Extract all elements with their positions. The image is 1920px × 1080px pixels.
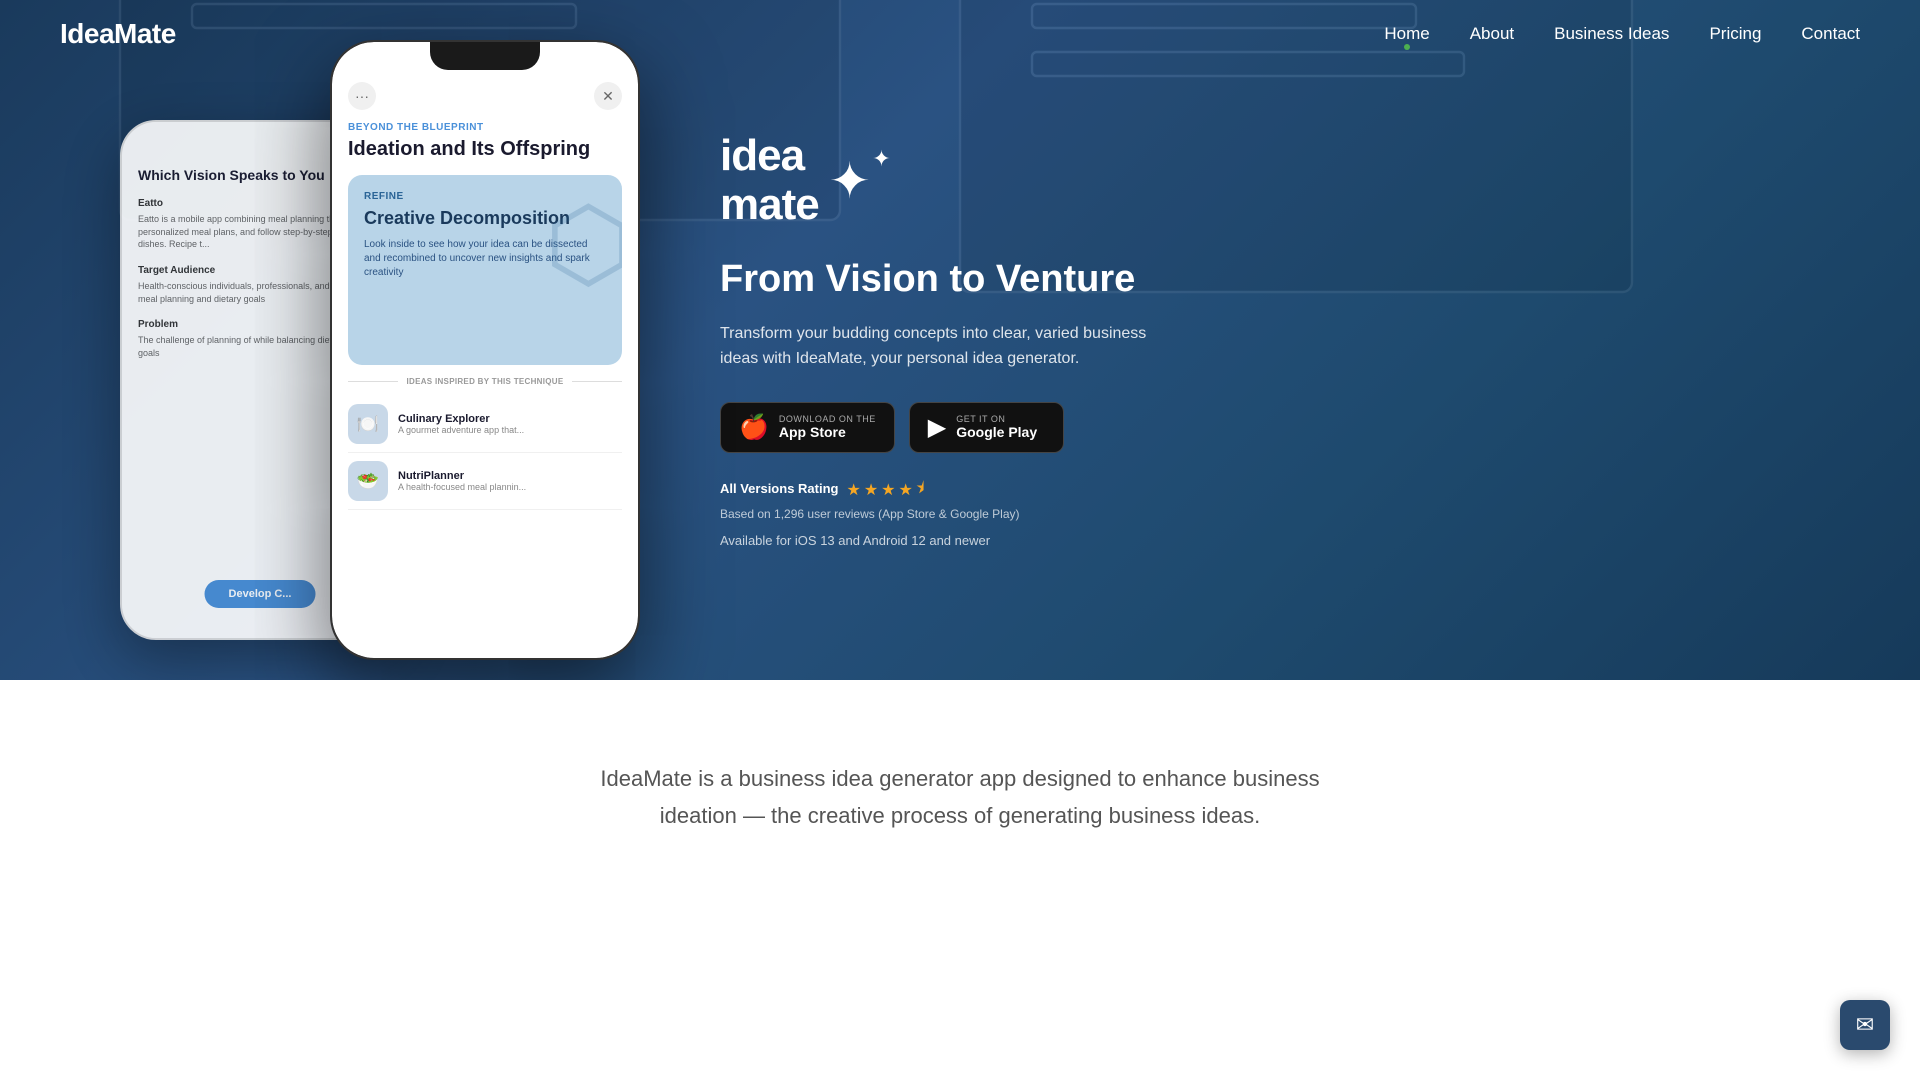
nav-link-pricing[interactable]: Pricing (1709, 24, 1761, 44)
google-play-main: Google Play (956, 424, 1037, 440)
nav-link-about[interactable]: About (1470, 24, 1514, 44)
phone-category: BEYOND THE BLUEPRINT (348, 122, 622, 133)
hero-section: 9:41 Which Vision Speaks to You Eatto Ea… (0, 0, 1920, 680)
phones-container: 9:41 Which Vision Speaks to You Eatto Ea… (120, 40, 640, 640)
rating-label: All Versions Rating (720, 481, 838, 496)
app-store-sub: Download on the (779, 414, 876, 424)
phone-idea-title-0: Culinary Explorer (398, 413, 524, 425)
phone-idea-title-1: NutriPlanner (398, 470, 526, 482)
phone-idea-thumb-0: 🍽️ (348, 404, 388, 444)
brand-sparkles: ✦ ✦ (829, 156, 871, 206)
phone-card-bg-icon: ⬡ (545, 185, 622, 302)
store-buttons: 🍎 Download on the App Store ▶ GET IT ON … (720, 402, 1064, 453)
phone-idea-desc-1: A health-focused meal plannin... (398, 482, 526, 492)
brand-logo: idea mate ✦ ✦ (720, 132, 871, 229)
google-play-icon: ▶ (928, 413, 946, 442)
stars: ★ ★ ★ ★ ⯨ (846, 477, 924, 504)
star-1: ★ (846, 480, 860, 500)
phone-screen: ··· ✕ BEYOND THE BLUEPRINT Ideation and … (332, 42, 638, 658)
navbar: IdeaMate Home About Business Ideas Prici… (0, 0, 1920, 68)
google-play-button[interactable]: ▶ GET IT ON Google Play (909, 402, 1064, 453)
nav-link-business-ideas[interactable]: Business Ideas (1554, 24, 1669, 44)
nav-link-home[interactable]: Home (1384, 24, 1429, 44)
rating-section: All Versions Rating ★ ★ ★ ★ ⯨ Based on 1… (720, 477, 1020, 521)
app-store-text: Download on the App Store (779, 414, 876, 440)
phone-idea-desc-0: A gourmet adventure app that... (398, 425, 524, 435)
app-store-main: App Store (779, 424, 876, 440)
nav-links: Home About Business Ideas Pricing Contac… (1384, 24, 1860, 44)
google-play-text: GET IT ON Google Play (956, 414, 1037, 440)
sparkle-small-icon: ✦ (872, 146, 890, 172)
white-section-text: IdeaMate is a business idea generator ap… (560, 760, 1360, 835)
phone-idea-item-0: 🍽️ Culinary Explorer A gourmet adventure… (348, 396, 622, 453)
nav-logo: IdeaMate (60, 18, 176, 50)
star-5: ⯨ (916, 477, 924, 504)
phone-divider-text: IDEAS INSPIRED BY THIS TECHNIQUE (406, 377, 563, 386)
star-4: ★ (899, 480, 913, 500)
hero-headline: From Vision to Venture (720, 257, 1135, 303)
email-fab-button[interactable]: ✉ (1840, 1000, 1890, 1050)
phone-idea-thumb-1: 🥗 (348, 461, 388, 501)
nav-link-contact[interactable]: Contact (1801, 24, 1860, 44)
phone-front: ··· ✕ BEYOND THE BLUEPRINT Ideation and … (330, 40, 640, 660)
phone-idea-item-1: 🥗 NutriPlanner A health-focused meal pla… (348, 453, 622, 510)
rating-sub: Based on 1,296 user reviews (App Store &… (720, 507, 1020, 521)
phone-article-title: Ideation and Its Offspring (348, 137, 622, 161)
hero-content: 9:41 Which Vision Speaks to You Eatto Ea… (0, 40, 1920, 640)
phone-card: ⬡ REFINE Creative Decomposition Look ins… (348, 175, 622, 365)
google-play-sub: GET IT ON (956, 414, 1037, 424)
brand-logo-text-line2: mate (720, 181, 819, 229)
hero-description: Transform your budding concepts into cle… (720, 321, 1180, 372)
phone-idea-info-1: NutriPlanner A health-focused meal plann… (398, 470, 526, 492)
app-store-button[interactable]: 🍎 Download on the App Store (720, 402, 895, 453)
apple-icon: 🍎 (739, 413, 769, 442)
brand-logo-text-line1: idea (720, 132, 819, 180)
hero-right: idea mate ✦ ✦ From Vision to Venture Tra… (640, 132, 1860, 548)
phone-close-button[interactable]: ✕ (594, 82, 622, 110)
star-3: ★ (881, 480, 895, 500)
sparkle-large-icon: ✦ (829, 156, 871, 206)
white-section: IdeaMate is a business idea generator ap… (0, 680, 1920, 895)
star-2: ★ (864, 480, 878, 500)
phone-divider: IDEAS INSPIRED BY THIS TECHNIQUE (348, 377, 622, 386)
phone-top-bar: ··· ✕ (348, 82, 622, 110)
phone-divider-line-right (572, 381, 622, 382)
phone-menu-dots[interactable]: ··· (348, 82, 376, 110)
phone-back-develop-button[interactable]: Develop C... (205, 580, 316, 608)
availability: Available for iOS 13 and Android 12 and … (720, 533, 990, 548)
phone-idea-info-0: Culinary Explorer A gourmet adventure ap… (398, 413, 524, 435)
phone-divider-line-left (348, 381, 398, 382)
